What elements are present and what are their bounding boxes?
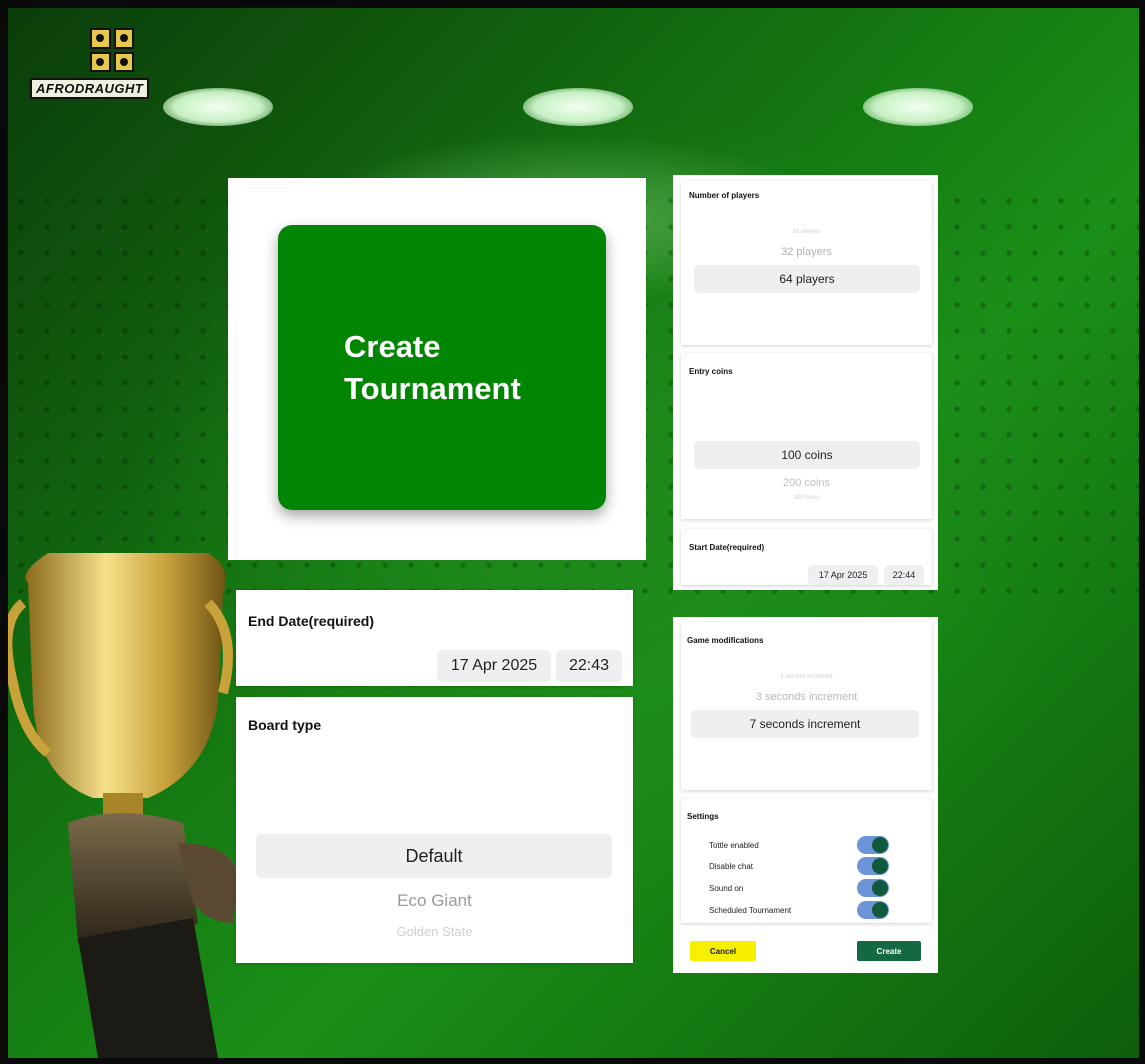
end-date-picker[interactable]: 17 Apr 2025 (437, 650, 551, 682)
entry-coins-card: Entry coins 100 coins 200 coins 300 coin… (681, 353, 932, 519)
toggle-switch[interactable] (857, 836, 889, 854)
end-date-card: End Date(required) 17 Apr 2025 22:43 (236, 590, 633, 686)
hero-title: Create Tournament (344, 328, 521, 406)
board-type-label: Board type (248, 717, 322, 733)
entry-coins-label: Entry coins (689, 367, 733, 376)
setting-label: Scheduled Tournament (709, 905, 792, 915)
game-mods-label: Game modifications (687, 636, 764, 645)
action-bar: Cancel Create (673, 931, 938, 973)
cancel-button[interactable]: Cancel (690, 941, 756, 961)
players-label: Number of players (689, 191, 760, 200)
game-mods-selected[interactable]: 7 seconds increment (691, 710, 919, 738)
setting-tottle-enabled: Tottle enabled (709, 836, 889, 854)
toggle-switch[interactable] (857, 879, 889, 897)
players-selected[interactable]: 64 players (694, 265, 920, 293)
game-mods-option[interactable]: 3 seconds increment (681, 691, 932, 703)
end-date-label: End Date(required) (248, 613, 375, 629)
game-mods-option[interactable]: 1 second increment (681, 674, 932, 680)
entry-coins-selected[interactable]: 100 coins (694, 441, 920, 469)
setting-label: Sound on (709, 883, 744, 893)
entry-coins-option[interactable]: 200 coins (681, 477, 932, 489)
toggle-switch[interactable] (857, 901, 889, 919)
right-panel-bottom: Game modifications 1 second increment 3 … (673, 617, 938, 973)
end-time-picker[interactable]: 22:43 (556, 650, 622, 682)
spotlight (523, 88, 633, 126)
players-card: Number of players 16 players 32 players … (681, 181, 932, 345)
create-button[interactable]: Create (857, 941, 921, 961)
start-date-label: Start Date(required) (689, 543, 765, 552)
board-type-selected[interactable]: Default (256, 834, 612, 878)
setting-label: Tottle enabled (709, 840, 759, 850)
players-option[interactable]: 32 players (681, 246, 932, 258)
setting-disable-chat: Disable chat (709, 857, 889, 875)
start-time-picker[interactable]: 22:44 (884, 565, 924, 585)
logo-icon (90, 28, 134, 72)
setting-sound-on: Sound on (709, 879, 889, 897)
settings-card: Settings Tottle enabled Disable chat Sou… (681, 799, 932, 923)
settings-label: Settings (687, 812, 719, 821)
spotlight (163, 88, 273, 126)
create-tournament-banner: Create Tournament (278, 225, 606, 510)
start-date-card: Start Date(required) 17 Apr 2025 22:44 (681, 529, 932, 585)
setting-scheduled-tournament: Scheduled Tournament (709, 901, 889, 919)
players-option[interactable]: 16 players (681, 229, 932, 235)
right-panel-top: Number of players 16 players 32 players … (673, 175, 938, 590)
toggle-switch[interactable] (857, 857, 889, 875)
hero-panel: Create Tournament (228, 178, 646, 560)
setting-label: Disable chat (709, 861, 754, 871)
entry-coins-option[interactable]: 300 coins (681, 495, 932, 501)
board-type-option[interactable]: Eco Giant (236, 891, 633, 911)
spotlight (863, 88, 973, 126)
start-date-picker[interactable]: 17 Apr 2025 (808, 565, 878, 585)
board-type-card: Board type Default Eco Giant Golden Stat… (236, 697, 633, 963)
board-type-option[interactable]: Golden State (236, 924, 633, 939)
logo-text: AFRODRAUGHT (30, 78, 150, 99)
game-mods-card: Game modifications 1 second increment 3 … (681, 622, 932, 790)
trophy-illustration (8, 553, 238, 1058)
